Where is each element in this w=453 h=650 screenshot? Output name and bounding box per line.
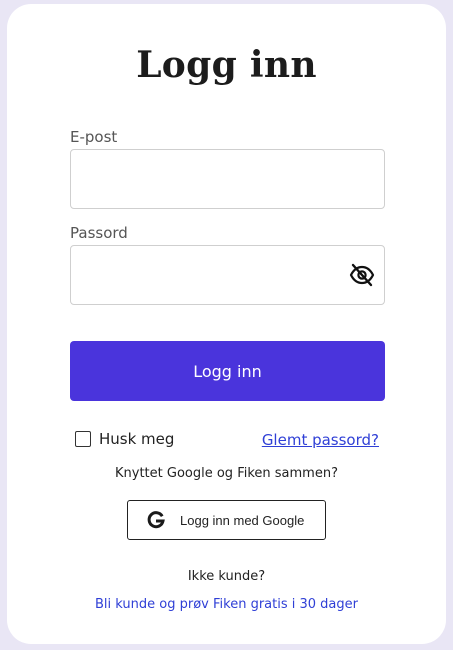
remember-me-checkbox[interactable]: Husk meg: [75, 430, 174, 448]
page-title: Logg inn: [136, 44, 317, 86]
login-card: [7, 4, 446, 644]
google-prompt: Knyttet Google og Fiken sammen?: [115, 466, 338, 481]
google-login-label: Logg inn med Google: [180, 512, 305, 528]
email-label: E-post: [70, 128, 118, 146]
checkbox-box[interactable]: [75, 431, 91, 447]
forgot-password-link[interactable]: Glemt passord?: [262, 431, 379, 449]
login-button[interactable]: Logg inn: [70, 341, 385, 401]
password-field[interactable]: [71, 246, 384, 304]
email-field-wrapper: [70, 149, 385, 209]
email-field[interactable]: [71, 150, 384, 208]
google-g-icon: [146, 510, 166, 530]
google-login-button[interactable]: Logg inn med Google: [127, 500, 326, 540]
password-field-wrapper: [70, 245, 385, 305]
eye-slash-icon[interactable]: [348, 262, 376, 288]
signup-link[interactable]: Bli kunde og prøv Fiken gratis i 30 dage…: [0, 597, 453, 612]
signup-prompt: Ikke kunde?: [187, 569, 266, 584]
remember-me-label: Husk meg: [99, 430, 175, 448]
password-label: Passord: [70, 224, 128, 242]
